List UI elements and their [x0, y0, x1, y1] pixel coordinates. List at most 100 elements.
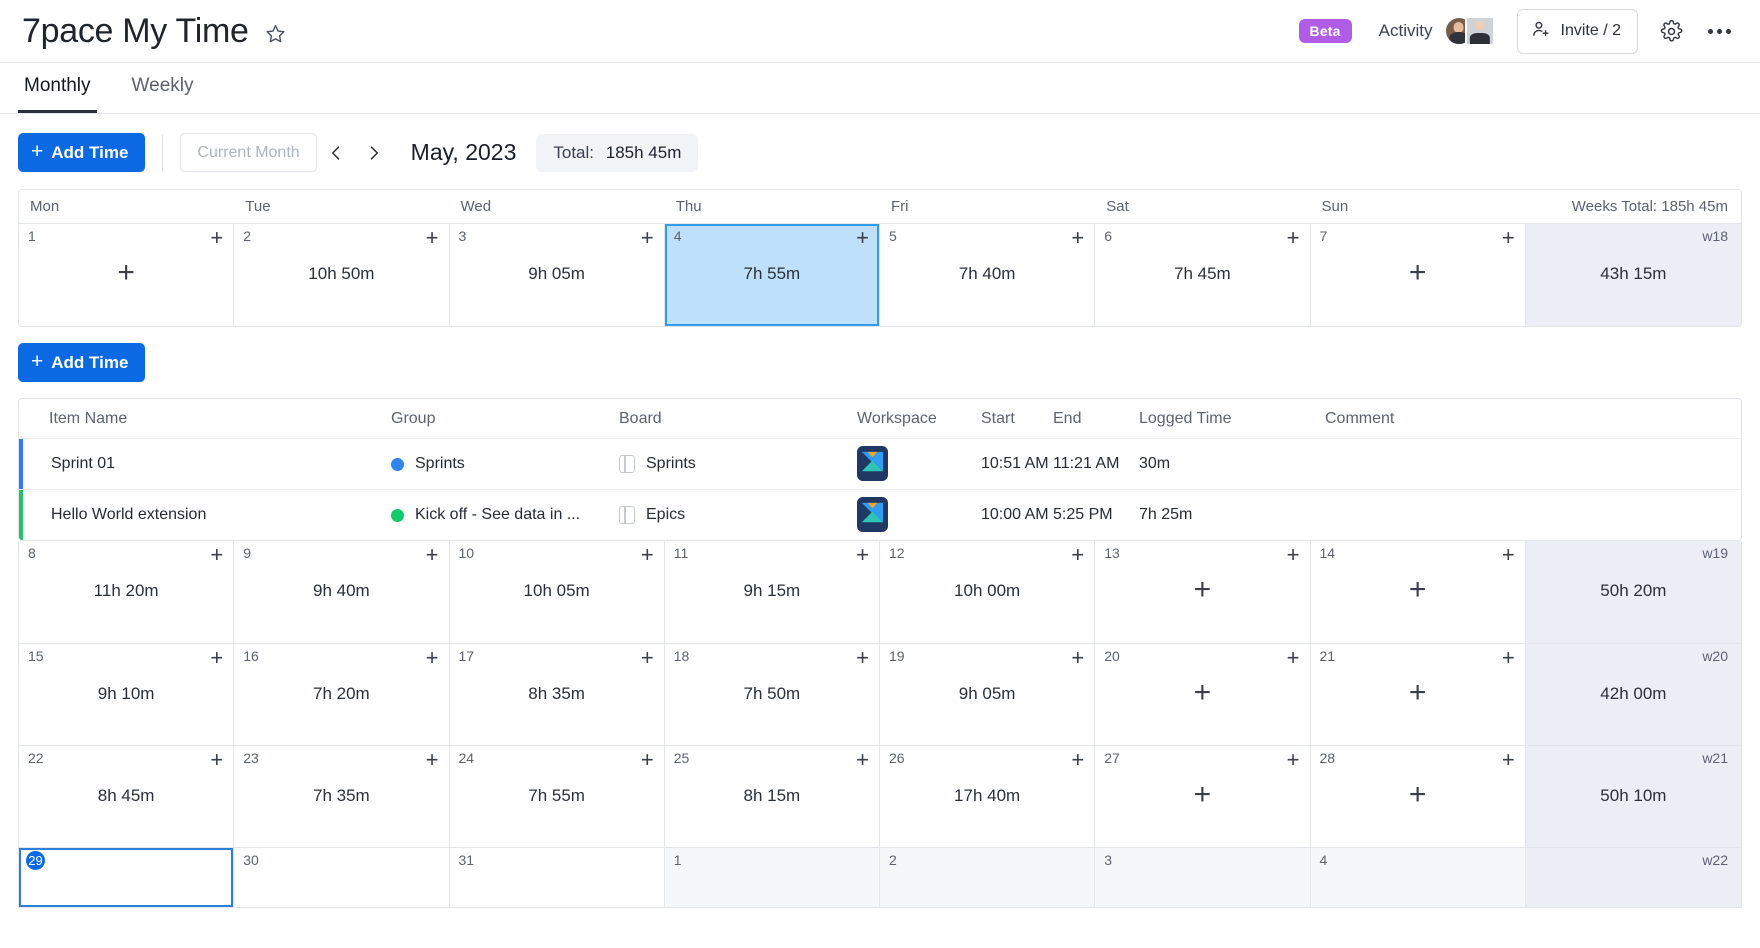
add-entry-icon[interactable]: + [210, 749, 223, 771]
tab-weekly[interactable]: Weekly [126, 75, 200, 113]
calendar-day-cell[interactable]: 5 +7h 40m [880, 224, 1096, 326]
activity-label[interactable]: Activity [1379, 21, 1433, 41]
calendar-day-cell[interactable]: 17 +8h 35m [449, 644, 665, 745]
week-summary-cell: w19 50h 20m [1525, 541, 1741, 643]
calendar-day-cell[interactable]: 24 +7h 55m [449, 746, 665, 847]
add-entry-icon[interactable]: + [641, 749, 654, 771]
add-entry-icon[interactable]: + [856, 749, 869, 771]
calendar-day-cell[interactable]: 8 +11h 20m [19, 541, 235, 643]
calendar-day-cell[interactable]: 26 +17h 40m [880, 746, 1096, 847]
calendar-day-cell[interactable]: 15 +9h 10m [19, 644, 235, 745]
detail-add-time-button[interactable]: + Add Time [18, 343, 146, 382]
invite-button[interactable]: Invite / 2 [1516, 8, 1638, 54]
calendar-day-cell[interactable]: 11 +9h 15m [664, 541, 880, 643]
add-entry-icon[interactable]: + [426, 544, 439, 566]
calendar-day-cell[interactable]: 4 [1310, 848, 1526, 907]
add-entry-icon[interactable]: + [1287, 647, 1300, 669]
add-entry-icon[interactable]: + [641, 544, 654, 566]
table-row[interactable]: Hello World extension Kick off - See data… [19, 489, 1741, 540]
gear-icon[interactable] [1656, 16, 1686, 46]
cell-item-name: Hello World extension [51, 506, 207, 523]
add-entry-icon[interactable]: + [1071, 749, 1084, 771]
calendar-day-cell[interactable]: 21 + + [1310, 644, 1526, 745]
add-entry-icon[interactable]: + [1194, 779, 1212, 810]
tab-monthly[interactable]: Monthly [18, 75, 97, 113]
calendar-day-cell[interactable]: 12 +10h 00m [880, 541, 1096, 643]
chevron-right-icon[interactable] [355, 134, 393, 172]
calendar-day-cell[interactable]: 1 [664, 848, 880, 907]
weekday-wed: Wed [460, 198, 492, 215]
add-entry-icon[interactable]: + [1502, 227, 1515, 249]
add-entry-icon[interactable]: + [856, 647, 869, 669]
calendar-day-cell[interactable]: 19 +9h 05m [880, 644, 1096, 745]
calendar-day-cell[interactable]: 28 + + [1310, 746, 1526, 847]
add-entry-icon[interactable]: + [1502, 544, 1515, 566]
weekday-mon: Mon [30, 198, 60, 215]
add-entry-icon[interactable]: + [1409, 677, 1427, 708]
add-entry-icon[interactable]: + [1287, 544, 1300, 566]
add-entry-icon[interactable]: + [641, 227, 654, 249]
add-entry-icon[interactable]: + [856, 227, 869, 249]
add-entry-icon[interactable]: + [426, 749, 439, 771]
calendar-day-cell[interactable]: 29 [19, 848, 235, 907]
calendar-day-cell[interactable]: 20 + + [1095, 644, 1311, 745]
app-header: 7pace My Time Beta Activity Invite / 2 [0, 0, 1760, 63]
calendar-day-cell[interactable]: 30 [234, 848, 450, 907]
current-month-button[interactable]: Current Month [180, 133, 317, 172]
add-entry-icon[interactable]: + [426, 227, 439, 249]
star-icon[interactable] [265, 22, 287, 44]
day-number: 21 [1319, 648, 1336, 664]
calendar-day-cell[interactable]: 22 +8h 45m [19, 746, 235, 847]
day-number: 7 [1319, 228, 1328, 244]
chevron-left-icon[interactable] [317, 134, 355, 172]
add-entry-icon[interactable]: + [210, 647, 223, 669]
add-time-button[interactable]: + Add Time [18, 133, 146, 172]
add-entry-icon[interactable]: + [641, 647, 654, 669]
calendar-day-cell[interactable]: 25 +8h 15m [664, 746, 880, 847]
table-row[interactable]: Sprint 01 Sprints Sprints 10:51 AM 11:21 AM 3… [19, 438, 1741, 489]
plus-icon: + [31, 140, 44, 163]
avatar-group[interactable] [1443, 16, 1495, 46]
add-entry-icon[interactable]: + [1409, 779, 1427, 810]
calendar-day-cell[interactable]: 3 [1095, 848, 1311, 907]
calendar-day-cell[interactable]: 27 + + [1095, 746, 1311, 847]
more-options-icon[interactable] [1704, 16, 1734, 46]
day-number: 2 [889, 852, 897, 868]
calendar-day-cell[interactable]: 31 [449, 848, 665, 907]
add-entry-icon[interactable]: + [856, 544, 869, 566]
add-entry-icon[interactable]: + [1071, 227, 1084, 249]
calendar-day-cell[interactable]: 7 + + [1310, 224, 1526, 326]
weeks-total-label: Weeks Total: 185h 45m [1571, 198, 1728, 215]
calendar-day-cell[interactable]: 1 + + [19, 224, 235, 326]
add-entry-icon[interactable]: + [117, 258, 135, 288]
add-entry-icon[interactable]: + [1287, 749, 1300, 771]
add-entry-icon[interactable]: + [210, 544, 223, 566]
add-entry-icon[interactable]: + [1502, 749, 1515, 771]
add-entry-icon[interactable]: + [1502, 647, 1515, 669]
calendar-day-cell[interactable]: 2 +10h 50m [234, 224, 450, 326]
calendar-day-cell[interactable]: 6 +7h 45m [1095, 224, 1311, 326]
calendar-day-cell[interactable]: 16 +7h 20m [234, 644, 450, 745]
calendar-day-cell[interactable]: 3 +9h 05m [449, 224, 665, 326]
calendar-day-cell[interactable]: 14 + + [1310, 541, 1526, 643]
add-entry-icon[interactable]: + [1071, 544, 1084, 566]
add-entry-icon[interactable]: + [1194, 677, 1212, 708]
add-entry-icon[interactable]: + [210, 227, 223, 249]
calendar-day-cell[interactable]: 18 +7h 50m [664, 644, 880, 745]
add-entry-icon[interactable]: + [1071, 647, 1084, 669]
calendar-day-cell[interactable]: 13 + + [1095, 541, 1311, 643]
day-duration: 7h 55m [743, 263, 801, 283]
add-entry-icon[interactable]: + [1409, 258, 1427, 288]
add-entry-icon[interactable]: + [426, 647, 439, 669]
add-entry-icon[interactable]: + [1287, 227, 1300, 249]
add-entry-icon[interactable]: + [1194, 575, 1212, 605]
avatar[interactable] [1464, 16, 1495, 46]
board-label: Epics [646, 506, 686, 523]
calendar-day-cell[interactable]: 23 +7h 35m [234, 746, 450, 847]
add-entry-icon[interactable]: + [1409, 575, 1427, 605]
calendar-day-cell[interactable]: 10 +10h 05m [449, 541, 665, 643]
calendar-day-cell[interactable]: 2 [880, 848, 1096, 907]
day-number: 28 [1319, 750, 1336, 766]
calendar-day-cell[interactable]: 4 +7h 55m [664, 224, 880, 326]
calendar-day-cell[interactable]: 9 +9h 40m [234, 541, 450, 643]
